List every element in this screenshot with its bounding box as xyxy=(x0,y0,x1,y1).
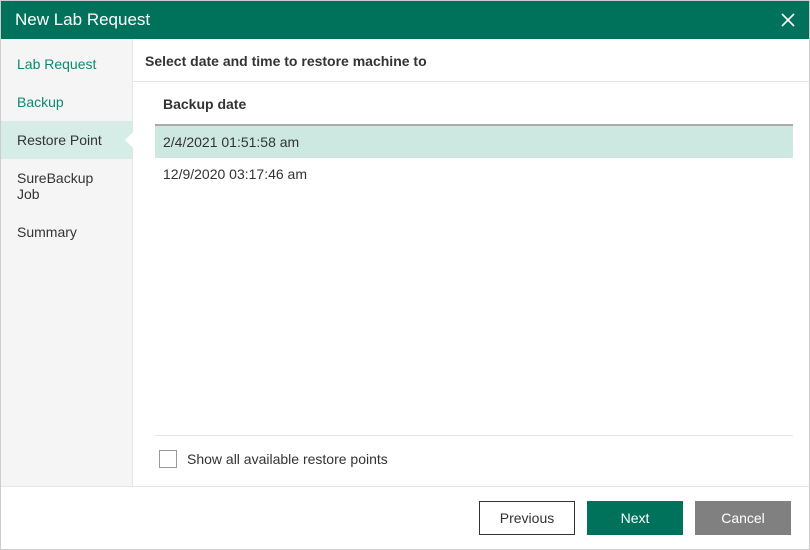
restore-point-list: 2/4/2021 01:51:58 am 12/9/2020 03:17:46 … xyxy=(155,126,793,436)
column-header-backup-date[interactable]: Backup date xyxy=(155,82,793,126)
button-label: Next xyxy=(621,510,650,526)
sidebar-item-label: Lab Request xyxy=(17,56,96,72)
cancel-button[interactable]: Cancel xyxy=(695,501,791,535)
next-button[interactable]: Next xyxy=(587,501,683,535)
main-panel: Select date and time to restore machine … xyxy=(133,39,809,486)
list-item[interactable]: 2/4/2021 01:51:58 am xyxy=(155,126,793,158)
sidebar-item-label: SureBackup Job xyxy=(17,170,93,202)
wizard-sidebar: Lab Request Backup Restore Point SureBac… xyxy=(1,39,133,486)
dialog-title: New Lab Request xyxy=(15,10,150,30)
backup-date-value: 12/9/2020 03:17:46 am xyxy=(163,166,307,182)
list-item[interactable]: 12/9/2020 03:17:46 am xyxy=(155,158,793,190)
close-button[interactable] xyxy=(779,11,797,29)
dialog: New Lab Request Lab Request Backup Resto… xyxy=(0,0,810,550)
dialog-body: Lab Request Backup Restore Point SureBac… xyxy=(1,39,809,486)
button-label: Cancel xyxy=(721,510,765,526)
show-all-checkbox[interactable] xyxy=(159,450,177,468)
sidebar-item-summary[interactable]: Summary xyxy=(1,213,132,251)
sidebar-item-label: Backup xyxy=(17,94,64,110)
show-all-label: Show all available restore points xyxy=(187,451,388,467)
main-heading: Select date and time to restore machine … xyxy=(133,39,809,82)
dialog-footer: Previous Next Cancel xyxy=(1,486,809,549)
sidebar-item-restore-point[interactable]: Restore Point xyxy=(1,121,132,159)
titlebar: New Lab Request xyxy=(1,1,809,39)
sidebar-item-label: Summary xyxy=(17,224,77,240)
backup-date-value: 2/4/2021 01:51:58 am xyxy=(163,134,299,150)
show-all-row: Show all available restore points xyxy=(155,436,793,486)
main-content: Backup date 2/4/2021 01:51:58 am 12/9/20… xyxy=(133,82,809,486)
button-label: Previous xyxy=(500,510,554,526)
sidebar-item-surebackup-job[interactable]: SureBackup Job xyxy=(1,159,132,213)
sidebar-item-lab-request[interactable]: Lab Request xyxy=(1,45,132,83)
close-icon xyxy=(781,13,795,27)
sidebar-item-label: Restore Point xyxy=(17,132,102,148)
sidebar-item-backup[interactable]: Backup xyxy=(1,83,132,121)
previous-button[interactable]: Previous xyxy=(479,501,575,535)
